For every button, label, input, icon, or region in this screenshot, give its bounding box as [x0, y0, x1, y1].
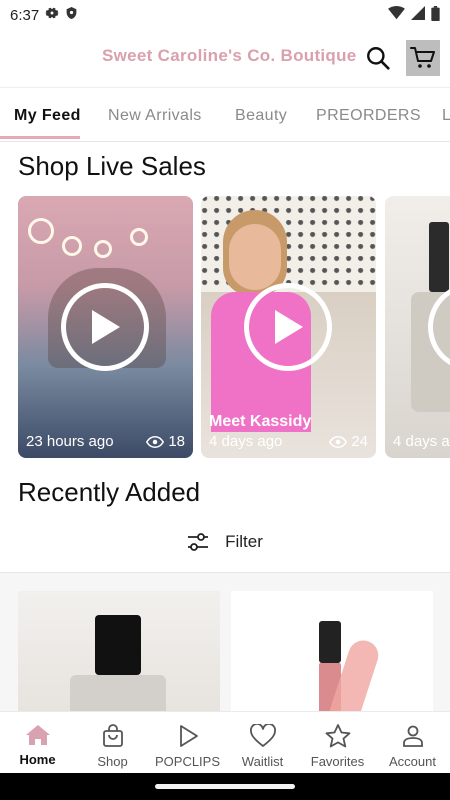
status-time: 6:37 — [10, 6, 40, 24]
live-video-card[interactable]: 4 days a — [385, 196, 450, 458]
play-button[interactable] — [244, 283, 332, 371]
category-tabs: My Feed New Arrivals Beauty PREORDERS L — [0, 96, 450, 142]
star-icon — [325, 724, 350, 748]
tab-new-arrivals[interactable]: New Arrivals — [108, 107, 202, 125]
settings-gear-icon — [45, 6, 59, 24]
search-button[interactable] — [362, 42, 394, 74]
live-video-card[interactable]: 23 hours ago 18 — [18, 196, 193, 458]
shopping-bag-icon — [102, 724, 123, 747]
nav-popclips[interactable]: POPCLIPS — [150, 712, 225, 773]
play-button[interactable] — [61, 283, 149, 371]
status-bar: 6:37 — [0, 0, 450, 30]
card-title: Meet Kassidy — [209, 413, 312, 430]
view-count: 24 — [329, 433, 368, 450]
nav-home[interactable]: Home — [0, 712, 75, 773]
card-time: 23 hours ago — [26, 433, 114, 450]
vanity-light-decor — [130, 228, 148, 246]
filter-label: Filter — [225, 532, 263, 551]
filter-sliders-icon — [188, 533, 209, 551]
wifi-icon — [388, 6, 405, 24]
person-face — [229, 224, 281, 290]
tab-indicator — [0, 136, 80, 139]
lip-gloss-cap — [319, 621, 341, 663]
bottle-cap — [95, 615, 141, 675]
home-gesture-pill[interactable] — [155, 784, 295, 789]
search-icon — [367, 47, 390, 70]
tab-next[interactable]: L — [442, 107, 450, 125]
vanity-light-decor — [94, 240, 112, 258]
product-card[interactable] — [18, 591, 220, 711]
nav-favorites[interactable]: Favorites — [300, 712, 375, 773]
live-video-card[interactable]: Meet Kassidy 4 days ago 24 — [201, 196, 376, 458]
product-grid — [0, 573, 450, 711]
live-sales-title: Shop Live Sales — [18, 151, 206, 181]
cart-button[interactable] — [406, 40, 440, 76]
bottle-body — [70, 675, 166, 711]
heart-icon — [249, 724, 276, 747]
nav-account[interactable]: Account — [375, 712, 450, 773]
nav-waitlist[interactable]: Waitlist — [225, 712, 300, 773]
cart-icon — [410, 47, 435, 68]
card-meta: 4 days ago 24 — [209, 433, 368, 450]
product-cap — [429, 222, 449, 292]
brand-title[interactable]: Sweet Caroline's Co. Boutique — [102, 46, 357, 66]
shield-icon — [65, 6, 78, 24]
eye-icon — [329, 435, 348, 448]
play-icon — [275, 310, 303, 344]
tab-beauty[interactable]: Beauty — [235, 107, 287, 125]
home-icon — [25, 725, 50, 745]
tab-preorders[interactable]: PREORDERS — [316, 107, 421, 125]
battery-icon — [431, 5, 440, 25]
person-icon — [402, 725, 423, 747]
bottom-nav: Home Shop POPCLIPS Waitlist Favorites Ac… — [0, 711, 450, 773]
nav-shop[interactable]: Shop — [75, 712, 150, 773]
card-time: 4 days a — [393, 433, 450, 450]
system-navigation-bar — [0, 773, 450, 800]
live-sales-carousel[interactable]: 23 hours ago 18 Meet Kassidy 4 days ago … — [0, 196, 450, 458]
app-header: Sweet Caroline's Co. Boutique — [0, 30, 450, 88]
card-meta: 4 days a — [393, 433, 450, 450]
play-icon — [92, 310, 120, 344]
filter-button[interactable]: Filter — [0, 524, 450, 560]
signal-icon — [411, 6, 425, 24]
card-meta: 23 hours ago 18 — [26, 433, 185, 450]
recently-added-title: Recently Added — [18, 477, 201, 507]
play-icon — [179, 725, 198, 747]
view-count: 18 — [146, 433, 185, 450]
tab-my-feed[interactable]: My Feed — [14, 107, 81, 125]
eye-icon — [146, 435, 165, 448]
vanity-light-decor — [28, 218, 54, 244]
vanity-light-decor — [62, 236, 82, 256]
product-card[interactable] — [231, 591, 433, 711]
card-time: 4 days ago — [209, 433, 283, 450]
